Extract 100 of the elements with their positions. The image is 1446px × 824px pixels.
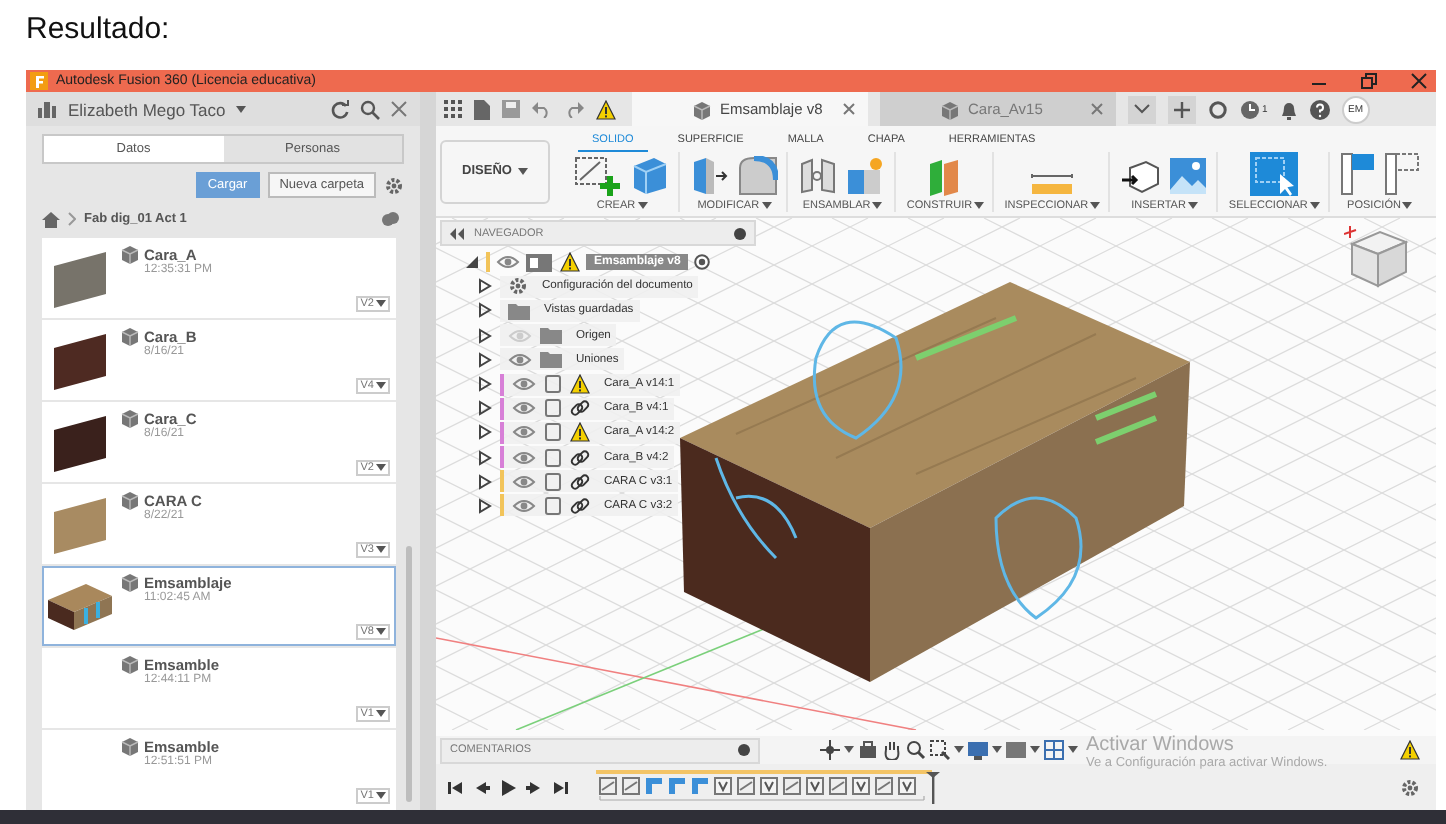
component-icon: [544, 398, 562, 419]
cube-icon: [120, 490, 140, 510]
cube-icon: [692, 99, 712, 119]
visibility-icon[interactable]: [512, 422, 536, 443]
new-component-icon[interactable]: [846, 155, 887, 195]
cloud-icon[interactable]: [380, 210, 400, 228]
caret-icon: [761, 201, 772, 209]
undo-icon[interactable]: [532, 100, 552, 118]
orbit-icon[interactable]: [820, 740, 840, 760]
zoom-icon[interactable]: [906, 740, 926, 760]
close-icon[interactable]: [1090, 102, 1104, 116]
expander-icon[interactable]: [476, 400, 492, 417]
caret-icon: [1090, 201, 1101, 209]
warning-icon[interactable]: [596, 99, 616, 119]
warning-icon[interactable]: [570, 422, 590, 443]
visibility-icon[interactable]: [512, 471, 536, 492]
ruler-icon[interactable]: [1030, 171, 1075, 195]
home-icon[interactable]: [42, 211, 60, 227]
activate-radio-icon[interactable]: [694, 254, 711, 271]
cube-icon: [120, 572, 140, 592]
pin-icon[interactable]: [734, 227, 746, 239]
expander-icon[interactable]: [476, 497, 492, 514]
expander-icon[interactable]: [476, 302, 492, 319]
zoom-window-icon[interactable]: [930, 740, 950, 760]
visibility-icon[interactable]: [512, 374, 536, 395]
position-icon[interactable]: [1340, 151, 1376, 195]
warning-icon[interactable]: [570, 374, 590, 395]
chevron-right-icon: [68, 212, 76, 226]
caret-icon: [954, 746, 964, 754]
add-comment-icon[interactable]: [738, 744, 750, 756]
clock-icon: [1240, 99, 1260, 119]
collapse-icon[interactable]: [450, 227, 466, 239]
display-icon[interactable]: [968, 740, 988, 760]
caret-icon: [376, 300, 386, 308]
cube-icon: [940, 99, 960, 119]
visibility-icon[interactable]: [512, 495, 536, 516]
pan-icon[interactable]: [882, 740, 902, 760]
close-icon[interactable]: [842, 102, 856, 116]
expander-icon[interactable]: [476, 424, 492, 441]
grid-icon[interactable]: [1044, 740, 1064, 760]
scrollbar[interactable]: [406, 546, 412, 802]
component-icon: [544, 495, 562, 516]
press-pull-icon[interactable]: [690, 155, 731, 195]
settings-icon[interactable]: [1400, 777, 1420, 797]
component-icon: [544, 471, 562, 492]
play-icon[interactable]: [500, 779, 516, 795]
visual-style-icon[interactable]: [1006, 740, 1026, 760]
expander-icon[interactable]: [476, 351, 492, 368]
timeline-drawing[interactable]: [596, 770, 944, 804]
skip-start-icon[interactable]: [448, 779, 464, 795]
box-thumbnail: [46, 580, 114, 632]
link-icon: [570, 447, 590, 468]
help-icon[interactable]: [1309, 99, 1330, 119]
position-capture-icon[interactable]: [1384, 151, 1420, 195]
add-tab-button[interactable]: [1168, 95, 1196, 123]
step-forward-icon[interactable]: [526, 779, 542, 795]
sketch-icon[interactable]: [574, 155, 622, 195]
select-icon[interactable]: [1250, 151, 1299, 195]
visibility-icon[interactable]: [512, 447, 536, 468]
look-at-icon[interactable]: [858, 740, 878, 760]
view-cube-icon[interactable]: [1344, 226, 1412, 290]
caret-icon: [974, 201, 985, 209]
plus-icon: [1174, 101, 1190, 117]
skip-end-icon[interactable]: [552, 779, 568, 795]
expander-icon[interactable]: [476, 473, 492, 490]
chevron-down-button[interactable]: [1128, 95, 1156, 123]
box-icon[interactable]: [630, 155, 670, 195]
expander-icon[interactable]: [476, 327, 492, 344]
visibility-icon[interactable]: [508, 349, 532, 370]
link-icon: [570, 471, 590, 492]
expander-icon[interactable]: [476, 449, 492, 466]
refresh-icon[interactable]: [330, 99, 350, 119]
link-icon: [570, 398, 590, 419]
expander-icon[interactable]: [464, 254, 480, 271]
caret-icon: [376, 792, 386, 800]
settings-icon[interactable]: [384, 175, 404, 195]
search-icon[interactable]: [360, 99, 380, 119]
joint-icon[interactable]: [798, 155, 839, 195]
chevron-down-icon: [1134, 104, 1150, 114]
warning-icon[interactable]: [560, 252, 580, 273]
visibility-icon[interactable]: [512, 398, 536, 419]
close-icon[interactable]: [390, 100, 408, 118]
assembly-icon: [526, 252, 554, 273]
activation-title: Activar Windows: [1086, 734, 1236, 756]
insert-icon[interactable]: [1120, 155, 1161, 195]
link-icon: [570, 495, 590, 516]
fillet-icon[interactable]: [738, 155, 779, 195]
expander-icon[interactable]: [476, 376, 492, 393]
expander-icon[interactable]: [476, 278, 492, 295]
close-icon[interactable]: [1410, 72, 1428, 90]
step-back-icon[interactable]: [474, 779, 490, 795]
restore-icon[interactable]: [1360, 72, 1378, 90]
caret-icon: [1068, 746, 1078, 754]
warning-icon[interactable]: [1400, 740, 1420, 760]
bell-icon[interactable]: [1279, 99, 1298, 119]
apps-grid-icon[interactable]: [444, 100, 462, 118]
cube-icon: [120, 654, 140, 674]
redo-icon[interactable]: [564, 100, 584, 118]
file-icon[interactable]: [474, 99, 490, 119]
team-icon: [38, 100, 58, 118]
